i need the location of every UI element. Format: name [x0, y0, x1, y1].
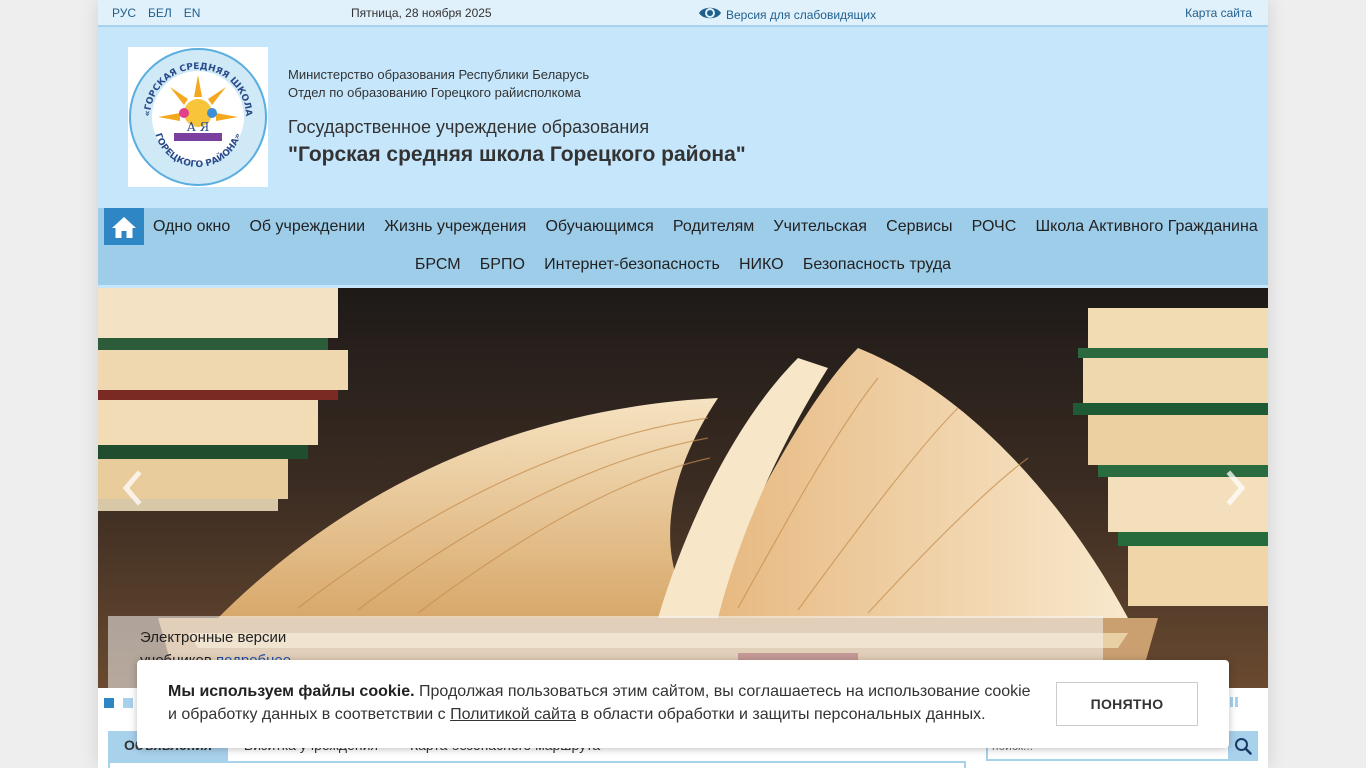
nav-row-secondary: БРСМ БРПО Интернет-безопасность НИКО Без…	[98, 256, 1268, 274]
tab-panel	[108, 761, 966, 768]
svg-text:А Я: А Я	[187, 120, 210, 134]
privacy-policy-link[interactable]: Политикой сайта	[450, 706, 576, 723]
ministry-line-1: Министерство образования Республики Бела…	[288, 67, 590, 82]
image-slider: Электронные версии учебников подробнее	[98, 288, 1268, 688]
school-logo[interactable]: А Я «ГОРСКАЯ СРЕДНЯЯ ШКОЛА ГОРЕЦКОГО РАЙ…	[128, 47, 268, 187]
chevron-right-icon	[1226, 470, 1246, 506]
slider-prev-button[interactable]	[118, 468, 148, 508]
nav-row-primary: Одно окно Об учреждении Жизнь учреждения…	[143, 218, 1267, 236]
nav-item-niko[interactable]: НИКО	[729, 256, 793, 274]
nav-item-students[interactable]: Обучающимся	[536, 218, 663, 236]
ministry-info: Министерство образования Республики Бела…	[288, 66, 589, 102]
nav-item-rochs[interactable]: РОЧС	[962, 218, 1026, 236]
slider-next-button[interactable]	[1220, 468, 1250, 508]
nav-item-about[interactable]: Об учреждении	[240, 218, 375, 236]
cookie-title: Мы используем файлы cookie.	[168, 683, 415, 700]
cookie-message: Мы используем файлы cookie. Продолжая по…	[168, 680, 1038, 726]
search-icon	[1235, 738, 1252, 755]
cookie-banner: Мы используем файлы cookie. Продолжая по…	[137, 660, 1229, 748]
nav-home-button[interactable]	[104, 208, 144, 245]
pause-icon-bar-left	[1230, 697, 1233, 707]
nav-item-life[interactable]: Жизнь учреждения	[375, 218, 536, 236]
lang-en-link[interactable]: EN	[184, 6, 201, 20]
cookie-accept-button[interactable]: ПОНЯТНО	[1056, 682, 1198, 726]
nav-item-teachers[interactable]: Учительская	[764, 218, 877, 236]
nav-item-brpo[interactable]: БРПО	[470, 256, 534, 274]
language-switcher: РУС БЕЛ EN	[112, 6, 200, 20]
current-date: Пятница, 28 ноября 2025	[351, 6, 492, 20]
low-vision-label: Версия для слабовидящих	[726, 7, 877, 22]
pause-icon-bar-right	[1235, 697, 1238, 707]
sitemap-link[interactable]: Карта сайта	[1185, 6, 1252, 20]
cookie-text-after: в области обработки и защиты персональны…	[576, 706, 986, 723]
slider-dot-1[interactable]	[104, 698, 114, 708]
nav-item-brsm[interactable]: БРСМ	[405, 256, 470, 274]
main-navigation: Одно окно Об учреждении Жизнь учреждения…	[98, 208, 1268, 288]
search-button[interactable]	[1230, 733, 1256, 759]
ministry-line-2: Отдел по образованию Горецкого райисполк…	[288, 85, 581, 100]
slider-pause-button[interactable]	[1230, 697, 1240, 709]
eye-icon	[699, 7, 721, 19]
lang-be-link[interactable]: БЕЛ	[148, 6, 172, 20]
institution-type: Государственное учреждение образования	[288, 117, 650, 137]
top-bar: РУС БЕЛ EN Пятница, 28 ноября 2025 Верси…	[98, 0, 1268, 27]
low-vision-link[interactable]: Версия для слабовидящих	[698, 3, 876, 23]
site-header: А Я «ГОРСКАЯ СРЕДНЯЯ ШКОЛА ГОРЕЦКОГО РАЙ…	[98, 27, 1268, 208]
slider-dot-2[interactable]	[123, 698, 133, 708]
page: РУС БЕЛ EN Пятница, 28 ноября 2025 Верси…	[98, 0, 1268, 768]
home-icon	[112, 216, 136, 238]
nav-item-internet-safety[interactable]: Интернет-безопасность	[535, 256, 730, 274]
nav-item-labor-safety[interactable]: Безопасность труда	[793, 256, 960, 274]
institution-name: "Горская средняя школа Горецкого района"	[288, 143, 746, 166]
chevron-left-icon	[122, 470, 142, 506]
nav-item-parents[interactable]: Родителям	[663, 218, 764, 236]
lang-ru-link[interactable]: РУС	[112, 6, 136, 20]
nav-item-services[interactable]: Сервисы	[877, 218, 962, 236]
nav-item-odno-okno[interactable]: Одно окно	[143, 218, 240, 236]
school-emblem-icon: А Я «ГОРСКАЯ СРЕДНЯЯ ШКОЛА ГОРЕЦКОГО РАЙ…	[129, 48, 267, 186]
nav-item-active-citizen[interactable]: Школа Активного Гражданина	[1026, 218, 1267, 236]
